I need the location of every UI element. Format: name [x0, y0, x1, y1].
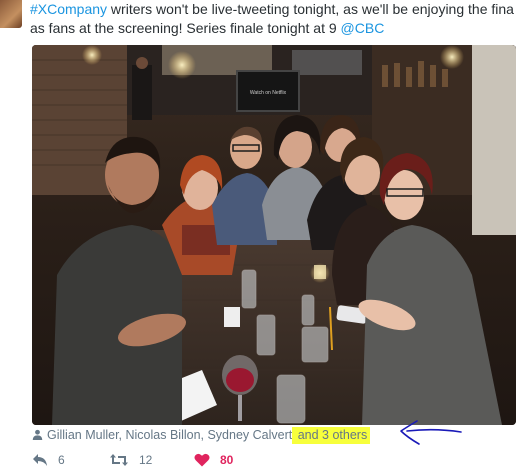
retweet-icon [110, 454, 128, 466]
retweet-button[interactable]: 12 [109, 453, 152, 467]
like-count: 80 [220, 453, 234, 467]
tweet-text-line-1-rest: writers won't be live-tweeting tonight, … [107, 1, 514, 17]
reply-button[interactable]: 6 [32, 453, 65, 467]
author-avatar[interactable] [0, 0, 22, 28]
mention-link[interactable]: @CBC [341, 20, 385, 36]
tweet-photo[interactable]: Watch on Netflix [32, 45, 516, 425]
tv-screen-text: Watch on Netflix [250, 90, 287, 96]
tagged-names[interactable]: Gillian Muller, Nicolas Billon, Sydney C… [47, 428, 292, 442]
hand-drawn-arrow-icon [400, 420, 462, 445]
hashtag-link[interactable]: #XCompany [30, 1, 107, 17]
like-button[interactable]: 80 [194, 453, 233, 467]
tweet-text: #XCompany writers won't be live-tweeting… [30, 0, 517, 38]
reply-count: 6 [58, 453, 65, 467]
tagged-people[interactable]: Gillian Muller, Nicolas Billon, Sydney C… [32, 427, 371, 444]
tagged-others[interactable]: and 3 others [292, 427, 371, 444]
heart-icon [194, 453, 210, 467]
retweet-count: 12 [139, 453, 153, 467]
tweet-text-line-1: #XCompany writers won't be live-tweeting… [30, 0, 517, 19]
tweet-text-line-2-prefix: as fans at the screening! Series finale … [30, 20, 341, 36]
reply-icon [33, 454, 47, 466]
group-photo: Watch on Netflix [32, 45, 516, 425]
tweet: #XCompany writers won't be live-tweeting… [0, 0, 517, 473]
tweet-text-line-2: as fans at the screening! Series finale … [30, 19, 517, 38]
person-icon [32, 429, 43, 440]
